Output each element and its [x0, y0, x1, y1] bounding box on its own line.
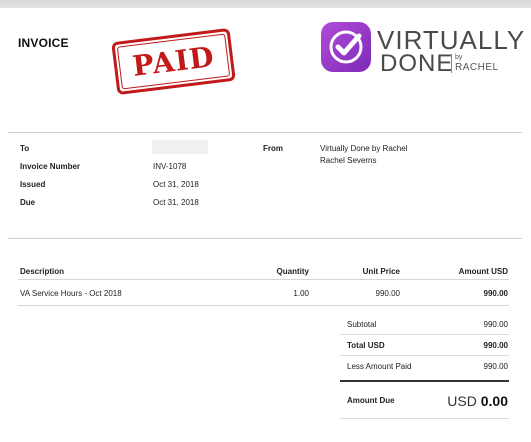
logo-separator [451, 54, 452, 73]
from-person: Rachel Severns [320, 156, 377, 165]
amount-due-rule [340, 380, 509, 382]
logo-text-rachel: RACHEL [455, 62, 499, 73]
invoice-title: INVOICE [18, 36, 69, 50]
subtotal-value: 990.00 [483, 320, 508, 329]
row-description: VA Service Hours - Oct 2018 [20, 289, 122, 298]
from-company: Virtually Done by Rachel [320, 144, 408, 153]
due-label: Due [20, 198, 36, 207]
amount-due-label: Amount Due [347, 396, 395, 405]
amount-due-number: 0.00 [480, 393, 508, 409]
invoice-number-label: Invoice Number [20, 162, 81, 171]
total-usd-value: 990.00 [483, 341, 508, 350]
invoice-number-value: INV-1078 [153, 162, 187, 171]
subtotal-rule [340, 334, 509, 335]
to-label: To [20, 144, 30, 153]
amount-due-bottom-rule [340, 418, 509, 419]
logo-text-by: by [455, 54, 463, 61]
row-amount: 990.00 [483, 289, 508, 298]
paid-stamp-text: PAID [130, 40, 217, 83]
divider-middle [8, 238, 522, 239]
col-description-header: Description [20, 267, 65, 276]
to-value-redacted [152, 140, 208, 154]
row-quantity: 1.00 [293, 289, 309, 298]
due-value: Oct 31, 2018 [153, 198, 199, 207]
col-quantity-header: Quantity [276, 267, 309, 276]
amount-paid-value: 990.00 [483, 362, 508, 371]
table-header-rule [18, 279, 509, 280]
paid-stamp-inner: PAID [116, 33, 231, 90]
amount-due-value: USD 0.00 [447, 393, 508, 409]
row-unit-price: 990.00 [375, 289, 400, 298]
from-label: From [263, 144, 283, 153]
subtotal-label: Subtotal [347, 320, 377, 329]
issued-value: Oct 31, 2018 [153, 180, 199, 189]
amount-due-currency: USD [447, 393, 481, 409]
issued-label: Issued [20, 180, 46, 189]
col-amount-header: Amount USD [458, 267, 508, 276]
total-rule [340, 355, 509, 356]
amount-paid-label: Less Amount Paid [347, 362, 412, 371]
divider-top [8, 132, 522, 133]
logo-text-line2: DONE [380, 50, 454, 77]
logo-check-icon [321, 22, 371, 72]
col-unit-price-header: Unit Price [362, 267, 400, 276]
table-row-rule [18, 305, 509, 306]
total-usd-label: Total USD [347, 341, 385, 350]
